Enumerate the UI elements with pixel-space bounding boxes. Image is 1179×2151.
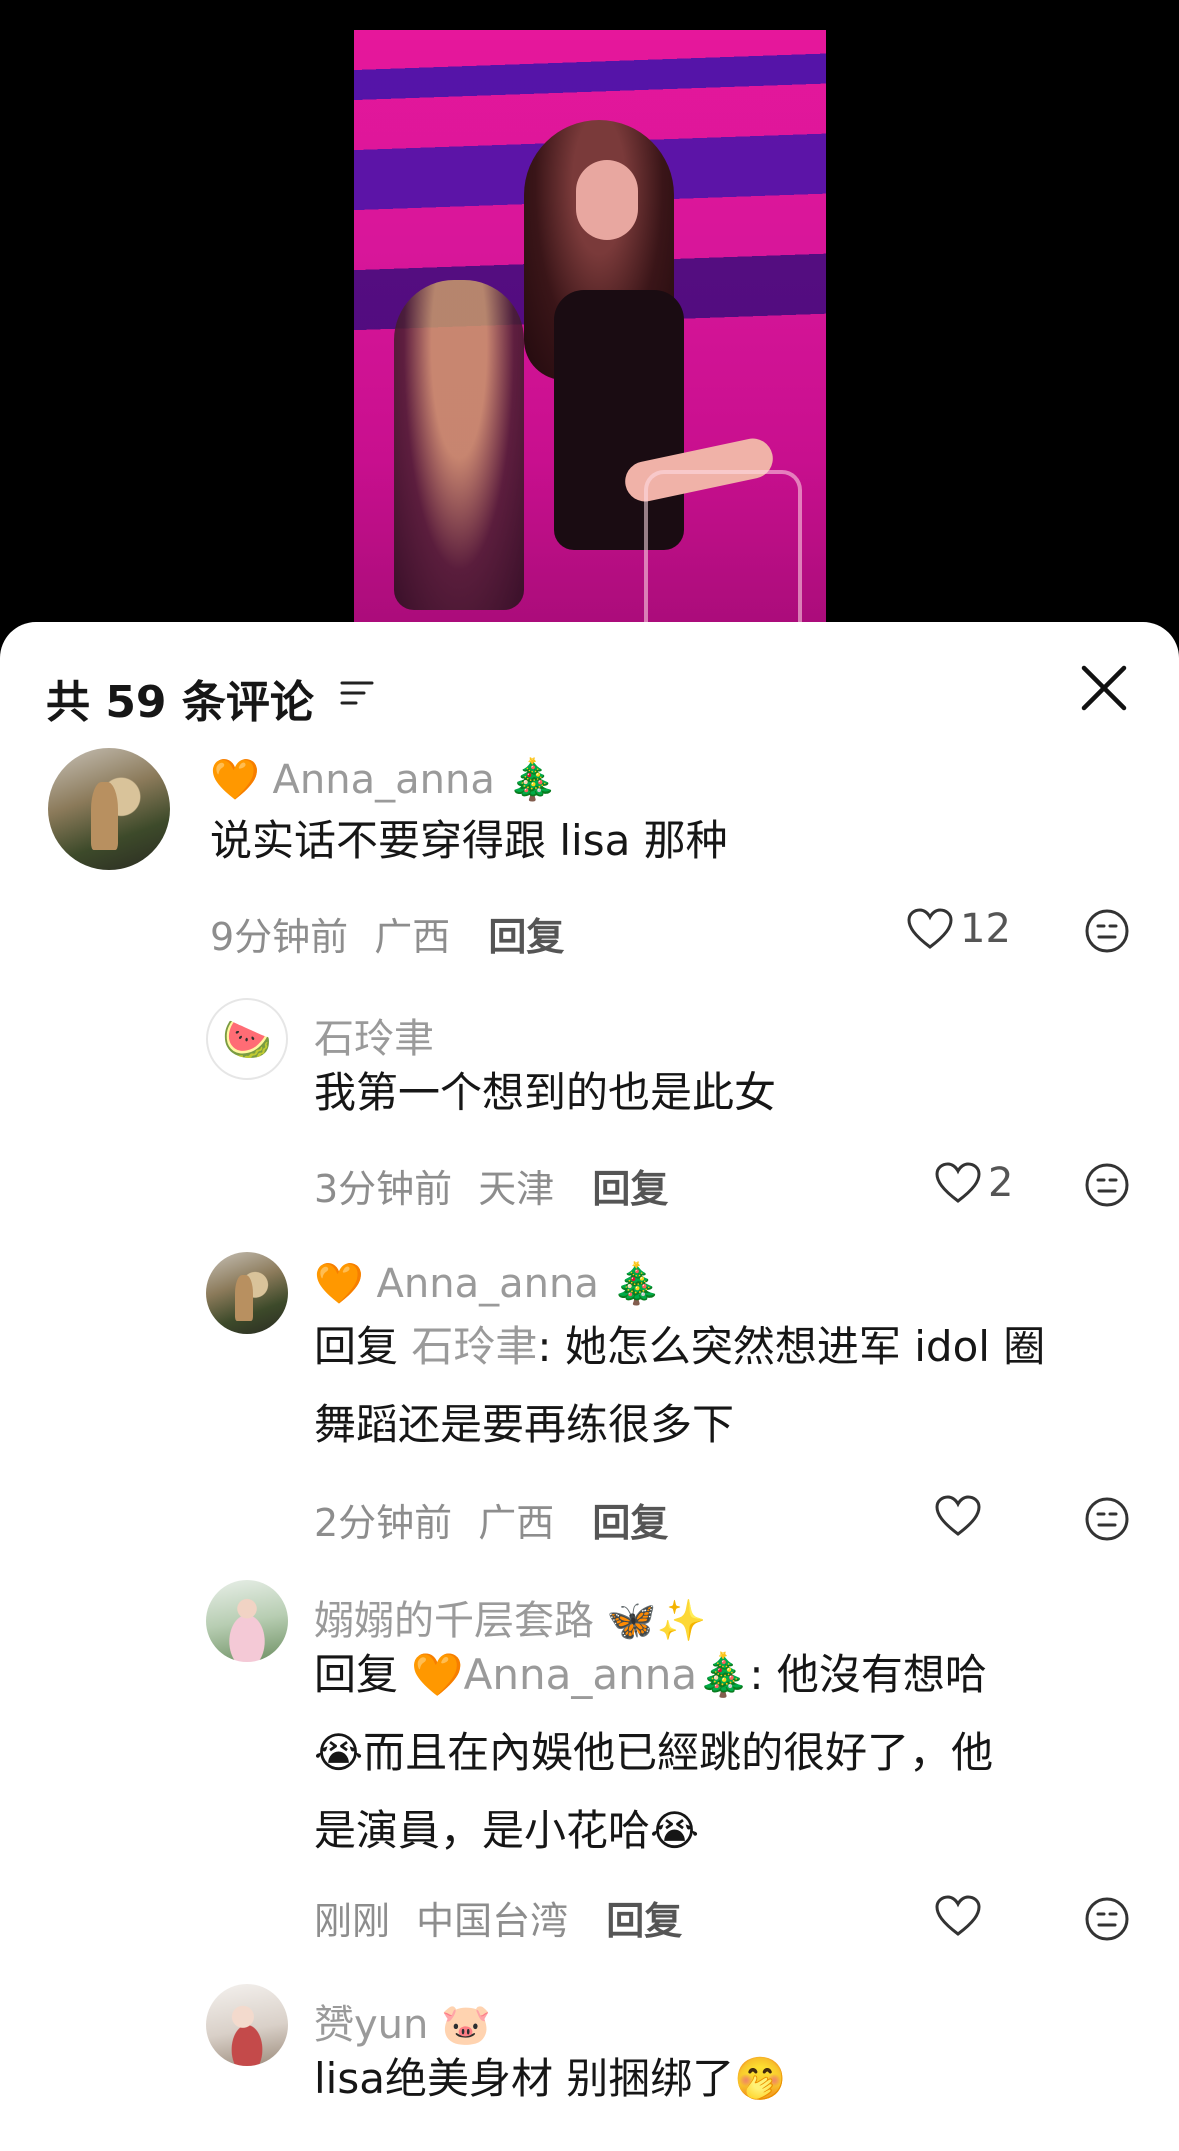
video-background-dancer bbox=[394, 280, 524, 610]
avatar[interactable]: 🍉 bbox=[206, 998, 288, 1080]
comment-location: 广西 bbox=[374, 915, 451, 959]
comment-text: 回复 🧡Anna_anna🎄: 他沒有想哈 😭而且在內娛他已經跳的很好了，他 是… bbox=[314, 1650, 994, 1855]
orange-heart-emoji: 🧡 bbox=[210, 757, 260, 803]
comment-text: 说实话不要穿得跟 lisa 那种 bbox=[210, 816, 728, 865]
like-button[interactable] bbox=[934, 1894, 988, 1938]
video-dancer-face bbox=[576, 160, 638, 240]
crying-emoji: 😭 bbox=[314, 1728, 364, 1777]
comment-time: 2分钟前 bbox=[314, 1501, 453, 1545]
like-button[interactable]: 2 bbox=[934, 1160, 1013, 1206]
like-button[interactable]: 12 bbox=[906, 906, 1011, 952]
avatar[interactable] bbox=[206, 1252, 288, 1334]
comment-time: 3分钟前 bbox=[314, 1167, 453, 1211]
avatar[interactable] bbox=[48, 748, 170, 870]
emoji-reaction-icon[interactable] bbox=[1084, 1496, 1130, 1542]
sort-icon[interactable] bbox=[340, 678, 374, 708]
emoji-reaction-icon[interactable] bbox=[1084, 1896, 1130, 1942]
comment-location: 中国台湾 bbox=[416, 1899, 569, 1943]
avatar[interactable] bbox=[206, 1580, 288, 1662]
comment-meta: 刚刚 中国台湾 回复 bbox=[314, 1890, 682, 1945]
like-count: 2 bbox=[988, 1160, 1014, 1206]
close-icon[interactable] bbox=[1078, 662, 1130, 714]
video-frame[interactable] bbox=[354, 30, 826, 645]
comments-sheet: 共 59 条评论 🧡 Anna_anna 🎄 说实话不要穿得跟 lisa 那种 … bbox=[0, 622, 1179, 2151]
comment-meta: 3分钟前 天津 回复 bbox=[314, 1158, 668, 1213]
crying-emoji: 😭 bbox=[650, 1806, 700, 1855]
video-chair bbox=[644, 470, 802, 645]
shy-emoji: 🤭 bbox=[734, 2054, 787, 2103]
avatar[interactable] bbox=[206, 1984, 288, 2066]
comment-username[interactable]: 🧡 Anna_anna 🎄 bbox=[314, 1260, 661, 1307]
emoji-reaction-icon[interactable] bbox=[1084, 908, 1130, 954]
tree-emoji: 🎄 bbox=[611, 1261, 662, 1307]
comment-text: 我第一个想到的也是此女 bbox=[314, 1068, 777, 1117]
heart-icon bbox=[935, 1495, 981, 1536]
reply-button[interactable]: 回复 bbox=[592, 1167, 668, 1211]
comment-text: lisa绝美身材 别捆绑了🤭 bbox=[314, 2054, 787, 2103]
comment-meta: 9分钟前 广西 回复 bbox=[210, 906, 564, 961]
comment-location: 天津 bbox=[478, 1167, 555, 1211]
comment-meta: 2分钟前 广西 回复 bbox=[314, 1492, 668, 1547]
heart-icon bbox=[935, 1162, 981, 1203]
comment-location: 广西 bbox=[478, 1501, 555, 1545]
comment-text: 回复 石玲聿: 她怎么突然想进军 idol 圈 舞蹈还是要再练很多下 bbox=[314, 1322, 1046, 1449]
mention-link[interactable]: 🧡Anna_anna🎄 bbox=[411, 1650, 749, 1699]
heart-icon bbox=[935, 1895, 981, 1936]
comment-time: 刚刚 bbox=[314, 1899, 391, 1943]
comment-count-title: 共 59 条评论 bbox=[46, 677, 314, 728]
tree-emoji: 🎄 bbox=[507, 757, 558, 803]
reply-button[interactable]: 回复 bbox=[592, 1501, 668, 1545]
reply-button[interactable]: 回复 bbox=[488, 915, 564, 959]
mention-link[interactable]: 石玲聿 bbox=[411, 1322, 537, 1371]
emoji-reaction-icon[interactable] bbox=[1084, 1162, 1130, 1208]
reply-button[interactable]: 回复 bbox=[606, 1899, 682, 1943]
comments-header: 共 59 条评论 bbox=[0, 622, 1179, 762]
orange-heart-emoji: 🧡 bbox=[314, 1261, 364, 1307]
like-count: 12 bbox=[960, 906, 1011, 952]
watermelon-icon: 🍉 bbox=[222, 1017, 272, 1063]
comment-time: 9分钟前 bbox=[210, 915, 349, 959]
like-button[interactable] bbox=[934, 1494, 988, 1538]
heart-icon bbox=[907, 908, 953, 949]
comment-username[interactable]: 🧡 Anna_anna 🎄 bbox=[210, 756, 557, 803]
video-player[interactable] bbox=[0, 0, 1179, 645]
